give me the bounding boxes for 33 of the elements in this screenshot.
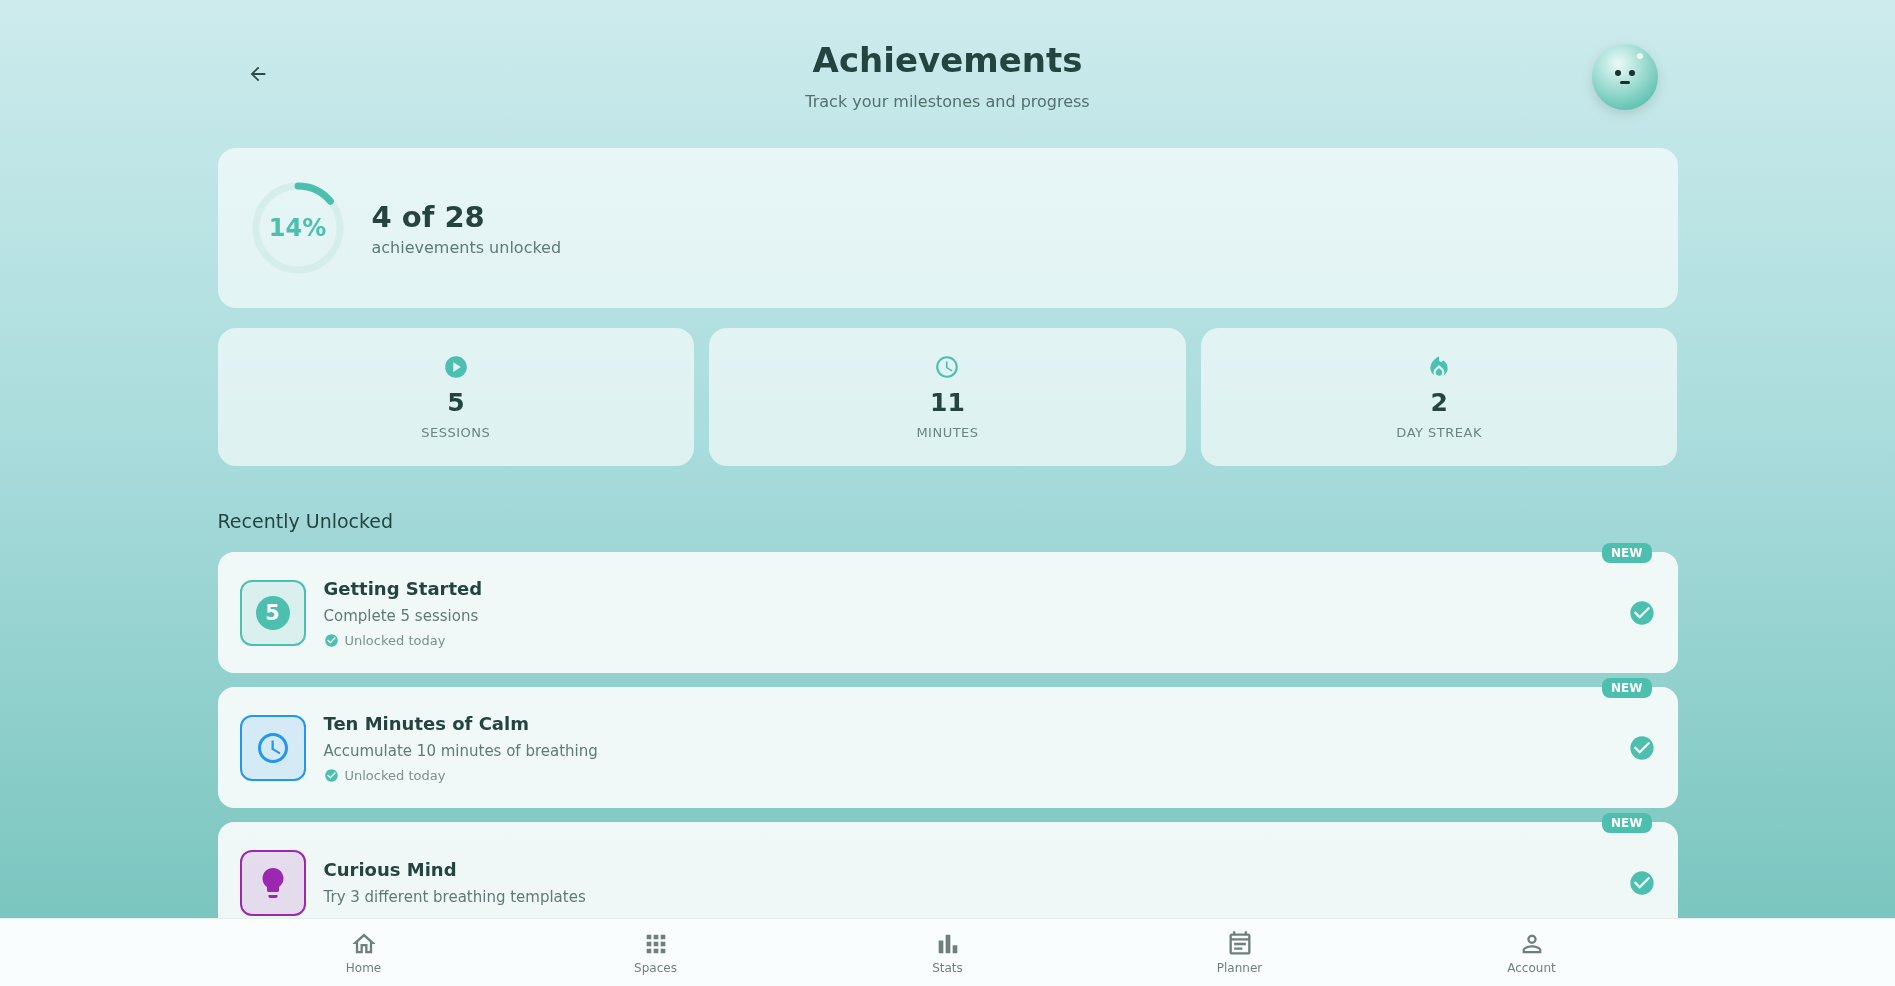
achievement-description: Complete 5 sessions xyxy=(323,606,480,625)
achievement-title: Curious Mind xyxy=(323,859,458,880)
nav-item[interactable]: Spaces xyxy=(509,919,802,986)
new-badge: NEW xyxy=(1602,678,1652,698)
clock-icon xyxy=(934,354,961,380)
new-badge: NEW xyxy=(1602,543,1652,563)
count-caption: achievements unlocked xyxy=(371,237,562,257)
nav-item[interactable]: Home xyxy=(217,919,510,986)
play-icon xyxy=(442,354,469,380)
stat-label: DAY STREAK xyxy=(1396,425,1482,440)
check-icon xyxy=(323,632,339,648)
stat-value: 5 xyxy=(447,388,465,417)
unlock-status: Unlocked today xyxy=(344,767,446,783)
nav-item[interactable]: Stats xyxy=(801,919,1094,986)
new-badge: NEW xyxy=(1602,813,1652,833)
progress-percent: 14% xyxy=(268,214,327,242)
achievement-count: 4 of 28 xyxy=(371,199,486,234)
stat-value: 11 xyxy=(930,388,965,417)
page-subtitle: Track your milestones and progress xyxy=(805,92,1090,111)
nav-item[interactable]: Planner xyxy=(1093,919,1386,986)
achievement-description: Try 3 different breathing templates xyxy=(323,888,587,906)
achievement-title: Ten Minutes of Calm xyxy=(323,712,530,734)
page-title: Achievements xyxy=(812,40,1083,80)
stat-label: SESSIONS xyxy=(421,425,491,440)
stat-label: MINUTES xyxy=(916,425,979,440)
unlock-status: Unlocked today xyxy=(344,632,446,648)
check-icon xyxy=(323,767,339,783)
stat-value: 2 xyxy=(1430,388,1448,417)
achievement-title: Getting Started xyxy=(323,577,484,599)
section-title: Recently Unlocked xyxy=(217,510,395,532)
achievement-description: Accumulate 10 minutes of breathing xyxy=(323,741,599,760)
nav-item[interactable]: Account xyxy=(1385,919,1678,986)
number-icon: 5 xyxy=(255,595,290,630)
